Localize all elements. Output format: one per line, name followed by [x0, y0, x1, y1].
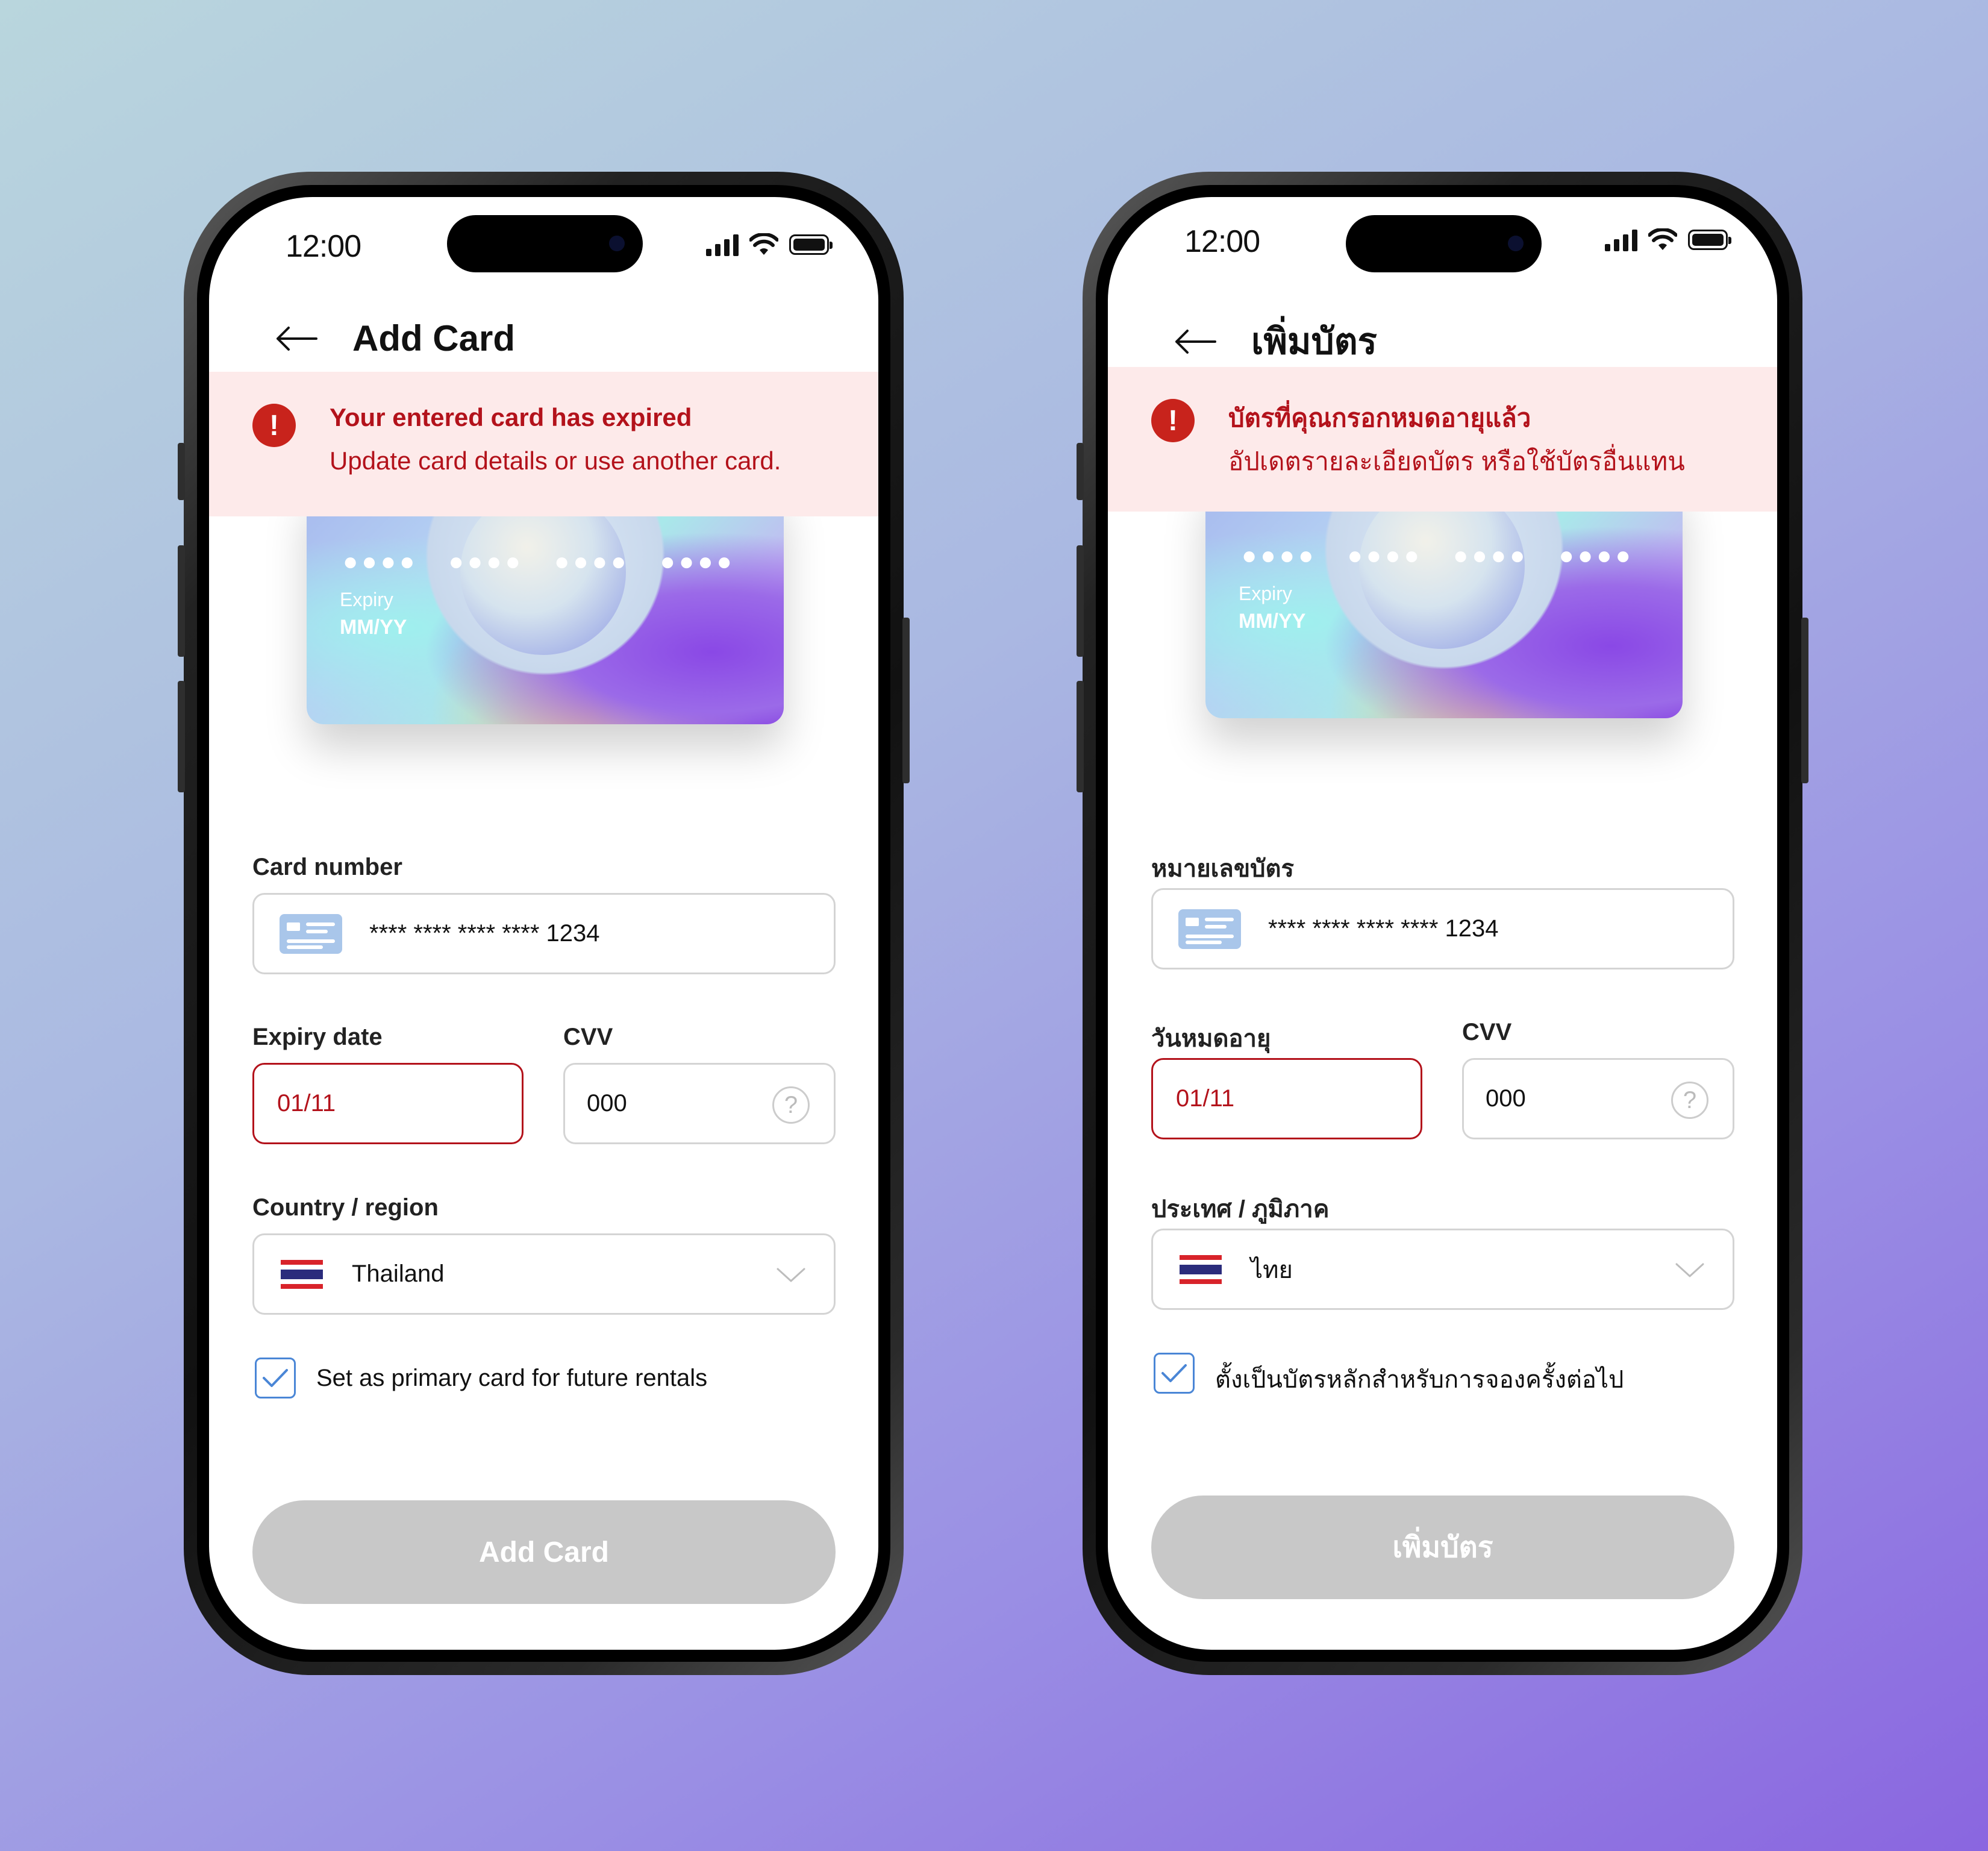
primary-card-checkbox-label: ตั้งเป็นบัตรหลักสำหรับการจองครั้งต่อไป	[1215, 1367, 1624, 1393]
cvv-input[interactable]: 000 ?	[563, 1063, 836, 1144]
dynamic-island	[447, 215, 643, 272]
country-label: Country / region	[252, 1194, 439, 1221]
battery-icon	[789, 234, 833, 255]
error-icon: !	[252, 404, 296, 447]
checkmark-icon	[1161, 1364, 1187, 1382]
status-icons	[1605, 228, 1731, 251]
thailand-flag-icon	[281, 1259, 323, 1289]
header: เพิ่มบัตร	[1174, 313, 1377, 370]
card-number-mask: ●●●● ●●●● ●●●● ●●●●	[1242, 541, 1634, 569]
status-icons	[706, 233, 833, 256]
card-number-value: **** **** **** **** 1234	[1268, 915, 1499, 942]
signal-icon	[1605, 228, 1637, 251]
alert-title: Your entered card has expired	[330, 403, 692, 431]
page-title: เพิ่มบัตร	[1251, 321, 1377, 362]
alert-title: บัตรที่คุณกรอกหมดอายุแล้ว	[1228, 404, 1531, 432]
primary-card-checkbox[interactable]	[255, 1358, 296, 1398]
chevron-down-icon	[1675, 1263, 1704, 1277]
primary-card-checkbox-label: Set as primary card for future rentals	[316, 1365, 708, 1391]
country-select[interactable]: Thailand	[252, 1233, 836, 1315]
country-value: ไทย	[1251, 1256, 1293, 1283]
alert-description: Update card details or use another card.	[330, 446, 781, 475]
back-arrow-icon[interactable]	[1174, 328, 1216, 355]
cvv-input[interactable]: 000 ?	[1462, 1058, 1734, 1139]
card-preview: ●●●● ●●●● ●●●● ●●●● Expiry MM/YY	[307, 483, 784, 724]
alert-description: อัปเดตรายละเอียดบัตร หรือใช้บัตรอื่นแทน	[1228, 447, 1685, 475]
cvv-label: CVV	[1462, 1019, 1512, 1045]
add-card-button[interactable]: เพิ่มบัตร	[1151, 1496, 1734, 1599]
page-title: Add Card	[352, 318, 515, 359]
error-icon: !	[1151, 399, 1195, 442]
checkmark-icon	[263, 1369, 288, 1387]
add-card-button[interactable]: Add Card	[252, 1500, 836, 1604]
card-icon	[280, 913, 342, 954]
country-select[interactable]: ไทย	[1151, 1229, 1734, 1310]
error-banner: ! Your entered card has expired Update c…	[209, 372, 878, 516]
status-time: 12:00	[1184, 224, 1260, 259]
expiry-date-input[interactable]: 01/11	[1151, 1058, 1422, 1139]
card-number-label: Card number	[252, 854, 402, 880]
add-card-screen: 12:00 Add Card ! Your entered card has e…	[209, 197, 878, 1650]
cvv-value: 000	[587, 1090, 627, 1117]
expiry-date-label: วันหมดอายุ	[1151, 1026, 1271, 1052]
back-arrow-icon[interactable]	[275, 325, 317, 352]
chevron-down-icon	[777, 1268, 805, 1282]
thailand-flag-icon	[1180, 1254, 1222, 1284]
card-number-mask: ●●●● ●●●● ●●●● ●●●●	[343, 547, 736, 575]
card-expiry-value: MM/YY	[340, 616, 407, 639]
expiry-date-value: 01/11	[1176, 1085, 1235, 1112]
help-icon[interactable]: ?	[1671, 1082, 1708, 1119]
cvv-value: 000	[1486, 1085, 1526, 1112]
cvv-label: CVV	[563, 1024, 613, 1050]
card-expiry-label: Expiry	[1239, 583, 1292, 604]
wifi-icon	[749, 233, 778, 255]
card-expiry-label: Expiry	[340, 589, 393, 610]
country-value: Thailand	[352, 1261, 445, 1287]
card-number-value: **** **** **** **** 1234	[369, 920, 600, 947]
card-preview: ●●●● ●●●● ●●●● ●●●● Expiry MM/YY	[1205, 477, 1683, 718]
help-icon[interactable]: ?	[772, 1086, 810, 1124]
expiry-date-label: Expiry date	[252, 1024, 383, 1050]
expiry-date-value: 01/11	[277, 1090, 336, 1117]
card-expiry-value: MM/YY	[1239, 610, 1306, 633]
card-number-label: หมายเลขบัตร	[1151, 856, 1295, 882]
header: Add Card	[275, 318, 515, 359]
phone-english: 12:00 Add Card ! Your entered card has e…	[178, 172, 910, 1675]
phone-thai: 12:00 เพิ่มบัตร ! บัตรที่คุณกรอกหมดอายุแ…	[1077, 172, 1808, 1675]
battery-icon	[1688, 230, 1731, 250]
error-banner: ! บัตรที่คุณกรอกหมดอายุแล้ว อัปเดตรายละเ…	[1108, 367, 1777, 512]
country-label: ประเทศ / ภูมิภาค	[1151, 1196, 1330, 1223]
primary-card-checkbox[interactable]	[1154, 1353, 1195, 1394]
signal-icon	[706, 233, 739, 256]
status-time: 12:00	[286, 229, 361, 264]
wifi-icon	[1648, 228, 1677, 250]
card-number-input[interactable]: **** **** **** **** 1234	[252, 893, 836, 974]
expiry-date-input[interactable]: 01/11	[252, 1063, 524, 1144]
dynamic-island	[1346, 215, 1542, 272]
card-number-input[interactable]: **** **** **** **** 1234	[1151, 888, 1734, 969]
add-card-screen-thai: 12:00 เพิ่มบัตร ! บัตรที่คุณกรอกหมดอายุแ…	[1108, 197, 1777, 1650]
card-icon	[1178, 909, 1241, 949]
